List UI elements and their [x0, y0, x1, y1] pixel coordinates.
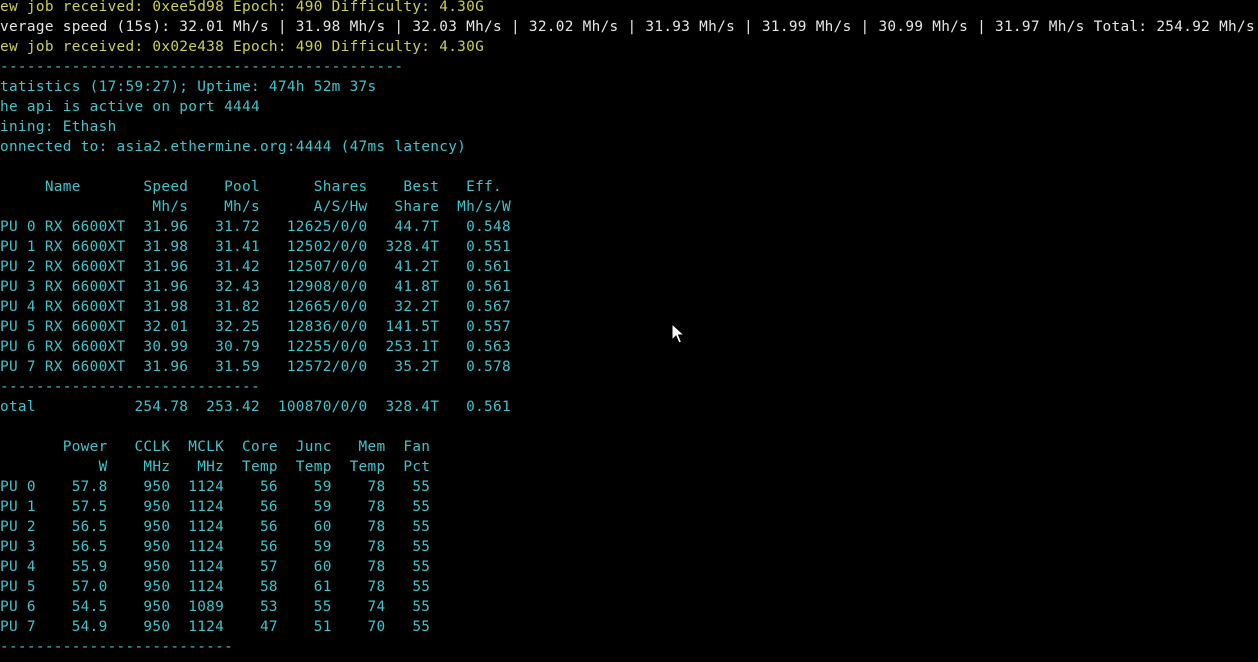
terminal-line: verage speed (15s): 32.01 Mh/s | 31.98 M…: [0, 19, 1255, 35]
terminal-line: W MHz MHz Temp Temp Temp Pct: [0, 459, 431, 475]
terminal-line: tatistics (17:59:27); Uptime: 474h 52m 3…: [0, 79, 377, 95]
terminal-line: Mh/s Mh/s A/S/Hw Share Mh/s/W: [0, 199, 511, 215]
terminal-line: ew job received: 0xee5d98 Epoch: 490 Dif…: [0, 0, 485, 15]
terminal-line: PU 2 RX 6600XT 31.96 31.42 12507/0/0 41.…: [0, 259, 511, 275]
terminal-line: PU 2 56.5 950 1124 56 60 78 55: [0, 519, 431, 535]
terminal-line: ining: Ethash: [0, 119, 117, 135]
mouse-pointer-icon: [671, 323, 685, 344]
terminal-window[interactable]: ew job received: 0xee5d98 Epoch: 490 Dif…: [0, 0, 1258, 662]
terminal-line: PU 3 56.5 950 1124 56 59 78 55: [0, 539, 431, 555]
terminal-line: PU 6 54.5 950 1089 53 55 74 55: [0, 599, 431, 615]
terminal-line: PU 7 54.9 950 1124 47 51 70 55: [0, 619, 431, 635]
terminal-line: Name Speed Pool Shares Best Eff.: [0, 179, 502, 195]
terminal-line: PU 5 57.0 950 1124 58 61 78 55: [0, 579, 431, 595]
terminal-line: PU 5 RX 6600XT 32.01 32.25 12836/0/0 141…: [0, 319, 511, 335]
terminal-line: ----------------------------------------…: [0, 59, 404, 75]
terminal-line: -----------------------------: [0, 379, 260, 395]
terminal-line: Power CCLK MCLK Core Junc Mem Fan: [0, 439, 431, 455]
terminal-line: PU 4 RX 6600XT 31.98 31.82 12665/0/0 32.…: [0, 299, 511, 315]
terminal-line: PU 6 RX 6600XT 30.99 30.79 12255/0/0 253…: [0, 339, 511, 355]
terminal-line: PU 1 RX 6600XT 31.98 31.41 12502/0/0 328…: [0, 239, 511, 255]
terminal-line: otal 254.78 253.42 100870/0/0 328.4T 0.5…: [0, 399, 511, 415]
terminal-line: PU 4 55.9 950 1124 57 60 78 55: [0, 559, 431, 575]
terminal-line: PU 7 RX 6600XT 31.96 31.59 12572/0/0 35.…: [0, 359, 511, 375]
terminal-line: he api is active on port 4444: [0, 99, 260, 115]
terminal-line: onnected to: asia2.ethermine.org:4444 (4…: [0, 139, 467, 155]
terminal-line: --------------------------: [0, 639, 234, 655]
terminal-line: PU 3 RX 6600XT 31.96 32.43 12908/0/0 41.…: [0, 279, 511, 295]
terminal-line: PU 0 RX 6600XT 31.96 31.72 12625/0/0 44.…: [0, 219, 511, 235]
terminal-line: PU 0 57.8 950 1124 56 59 78 55: [0, 479, 431, 495]
terminal-line: ew job received: 0x02e438 Epoch: 490 Dif…: [0, 39, 485, 55]
terminal-line: PU 1 57.5 950 1124 56 59 78 55: [0, 499, 431, 515]
